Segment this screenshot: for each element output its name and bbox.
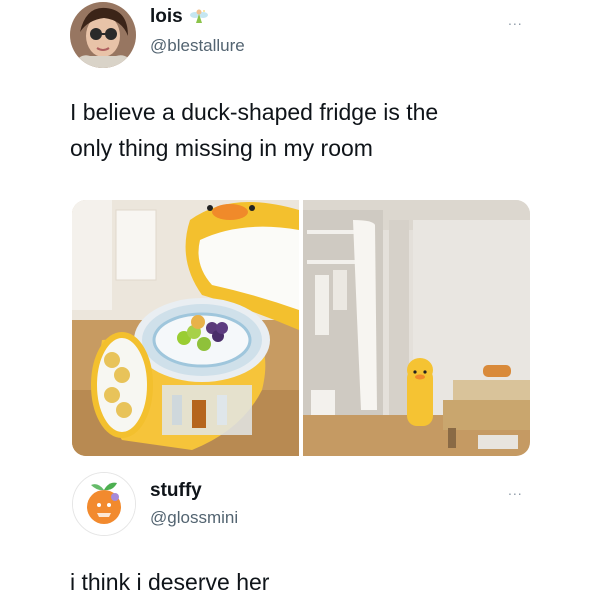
profile-photo-icon [70, 2, 136, 68]
orange-fruit-illustration-icon [73, 473, 135, 535]
media-image[interactable] [72, 200, 299, 456]
more-options-button[interactable]: ... [508, 12, 523, 28]
author-handle[interactable]: @blestallure [150, 36, 245, 56]
tweet-text-line: I believe a duck-shaped fridge is the [70, 99, 439, 125]
more-options-button[interactable]: ... [508, 482, 523, 498]
author-handle[interactable]: @glossmini [150, 508, 238, 528]
media-image[interactable] [303, 200, 530, 456]
tweet-text-line: only thing missing in my room [70, 135, 373, 161]
avatar[interactable] [72, 472, 136, 536]
media-grid [72, 200, 530, 456]
duck-fridge-in-room-photo-icon [303, 200, 530, 456]
tweet-reply: stuffy @glossmini ... i think i deserve … [0, 470, 600, 600]
tweet-text: i think i deserve her [70, 569, 270, 595]
author-name-row: lois [150, 6, 209, 28]
tweet-main: lois @blestallure ... I believe a duck-s… [0, 0, 600, 470]
display-name[interactable]: stuffy [150, 480, 202, 502]
duck-fridge-open-photo-icon [72, 200, 299, 456]
avatar[interactable] [70, 2, 136, 68]
fairy-emoji-icon [189, 9, 208, 23]
display-name[interactable]: lois [150, 6, 183, 28]
tweet-text: I believe a duck-shaped fridge is the on… [70, 94, 438, 166]
